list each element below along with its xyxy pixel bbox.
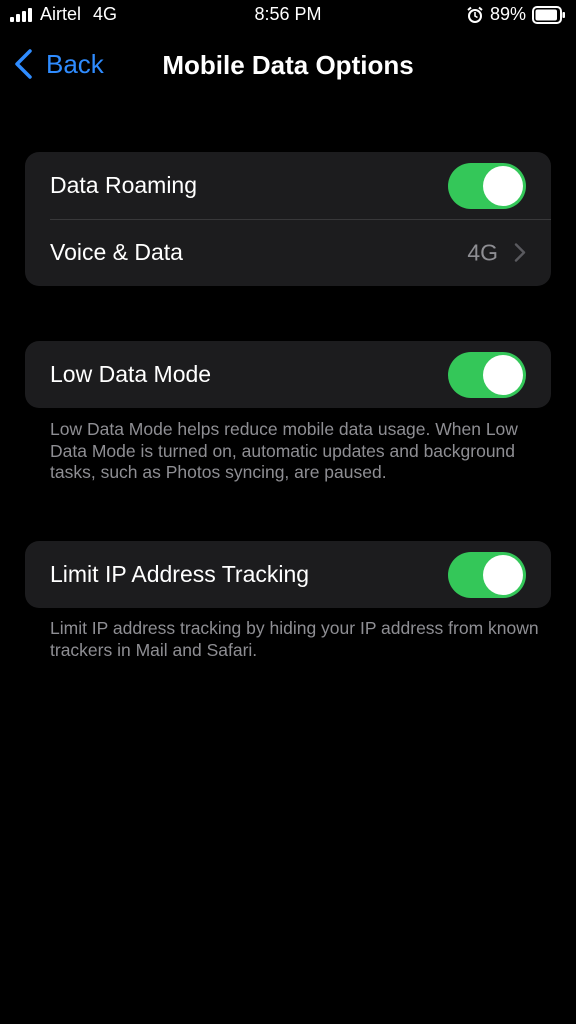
voice-data-row[interactable]: Voice & Data 4G	[25, 219, 551, 286]
data-roaming-toggle[interactable]	[448, 162, 526, 209]
toggle-knob	[483, 554, 523, 595]
battery-icon	[532, 5, 565, 24]
low-data-mode-toggle[interactable]	[448, 351, 526, 398]
chevron-right-icon	[514, 243, 526, 262]
limit-ip-tracking-footnote: Limit IP address tracking by hiding your…	[50, 618, 539, 660]
page-title: Mobile Data Options	[0, 50, 576, 81]
navigation-bar: Back Mobile Data Options	[0, 40, 576, 90]
ip-tracking-group: Limit IP Address Tracking	[25, 541, 551, 608]
low-data-group: Low Data Mode	[25, 341, 551, 408]
alarm-icon	[467, 6, 483, 23]
roaming-group: Data Roaming Voice & Data 4G	[25, 152, 551, 286]
data-roaming-row: Data Roaming	[25, 152, 551, 219]
limit-ip-tracking-label: Limit IP Address Tracking	[50, 561, 310, 587]
status-bar: Airtel 4G 8:56 PM 89%	[0, 0, 576, 34]
low-data-mode-footnote: Low Data Mode helps reduce mobile data u…	[50, 419, 518, 482]
voice-data-value: 4G	[467, 239, 526, 266]
battery-percent: 89%	[489, 4, 526, 24]
toggle-knob	[483, 354, 523, 395]
low-data-mode-label: Low Data Mode	[50, 361, 212, 387]
voice-data-label: Voice & Data	[50, 239, 183, 265]
toggle-knob	[483, 165, 523, 206]
voice-data-value-text: 4G	[467, 239, 498, 265]
limit-ip-tracking-toggle[interactable]	[448, 551, 526, 598]
page-title-text: Mobile Data Options	[162, 50, 414, 80]
low-data-mode-row: Low Data Mode	[25, 341, 551, 408]
status-right: 89%	[466, 4, 566, 25]
limit-ip-tracking-row: Limit IP Address Tracking	[25, 541, 551, 608]
data-roaming-label: Data Roaming	[50, 172, 198, 198]
